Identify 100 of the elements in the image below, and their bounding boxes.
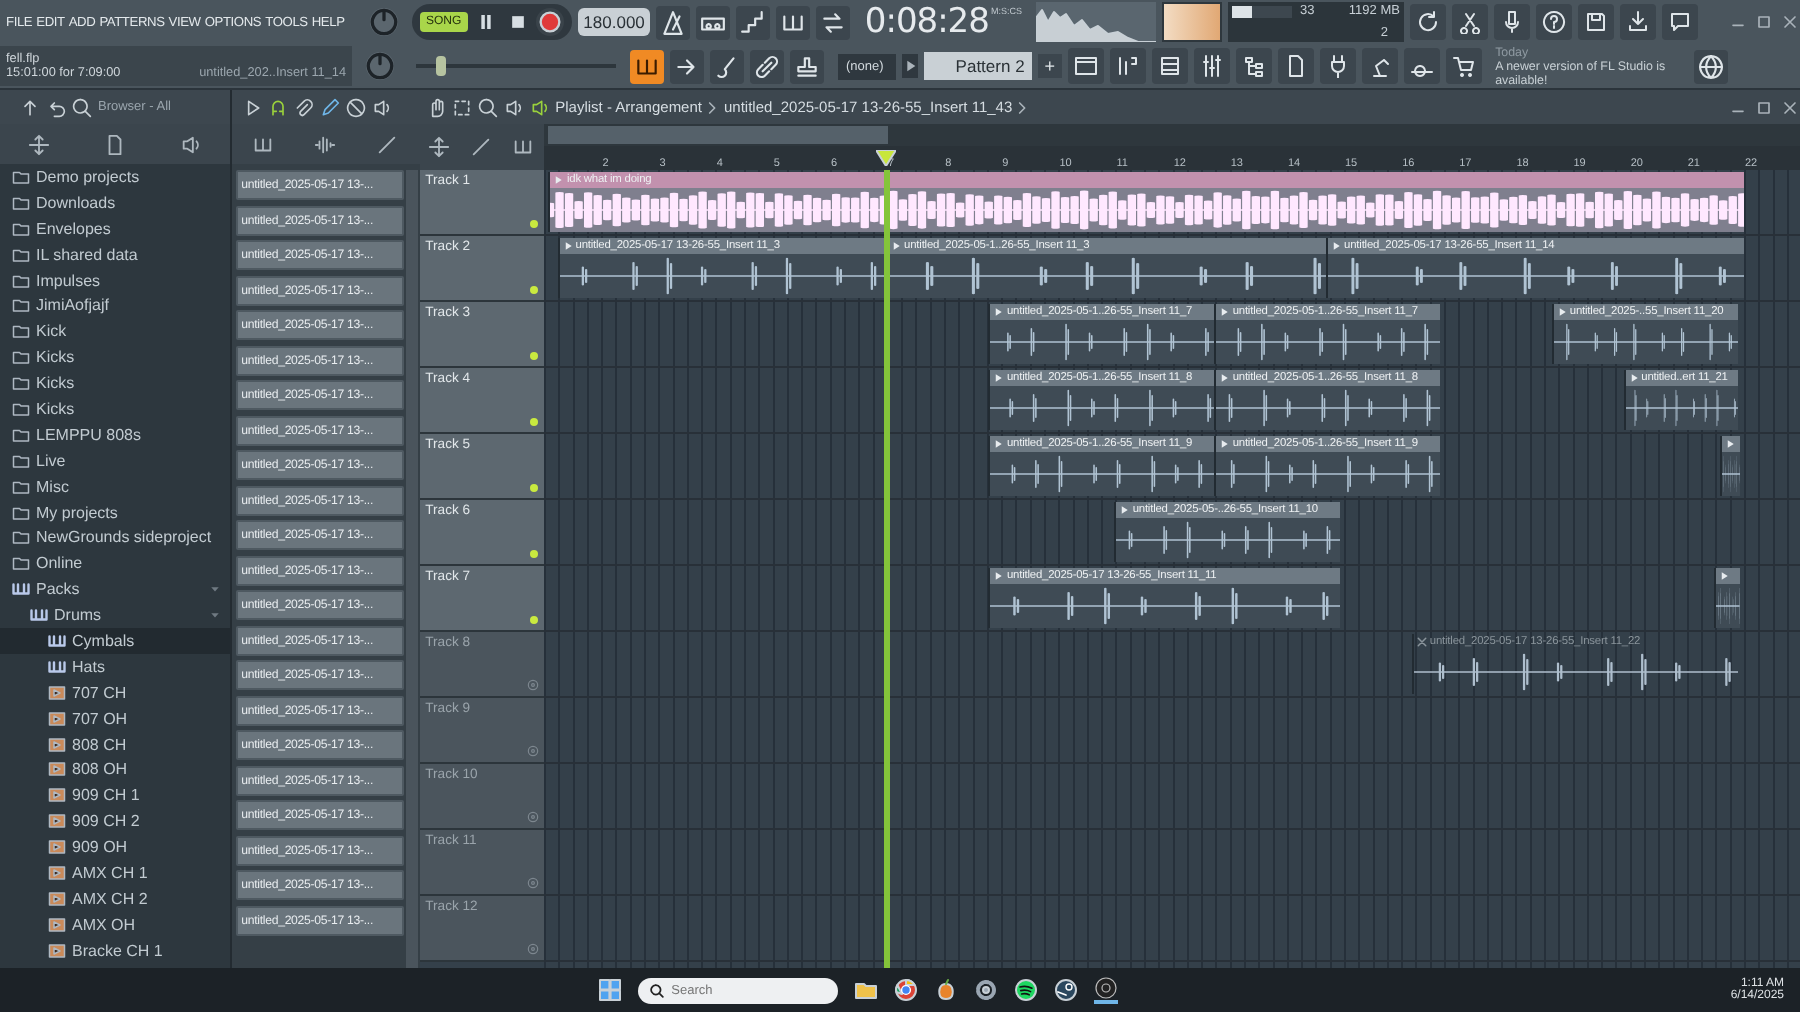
pattern-selector[interactable]: Pattern 2 (923, 52, 1033, 80)
clip-menu-icon[interactable] (992, 306, 1005, 318)
browser-item[interactable]: Kicks (0, 344, 230, 371)
browser-item[interactable]: AMX CH 1 (0, 860, 230, 886)
scrollbar[interactable] (405, 170, 418, 968)
browser-item[interactable]: Impulses (0, 267, 230, 293)
tape-icon[interactable] (696, 5, 731, 39)
track-enabled-dot[interactable] (529, 220, 538, 228)
browser-item[interactable]: Drums (0, 602, 230, 629)
browser-item[interactable]: NewGrounds sideproject (0, 524, 230, 551)
page-icon[interactable] (1277, 48, 1314, 84)
browser-item[interactable]: 808 CH (0, 731, 230, 757)
browser-item[interactable]: Hats (0, 653, 230, 680)
clip-menu-icon[interactable] (1330, 240, 1343, 252)
clip-menu-icon[interactable] (552, 174, 565, 186)
refresh-icon[interactable] (1409, 4, 1446, 40)
plug-icon[interactable] (1319, 48, 1356, 84)
gear-icon[interactable] (973, 978, 998, 1002)
clip-header[interactable] (1722, 436, 1741, 452)
maximize-icon[interactable] (1754, 12, 1774, 32)
brush-icon[interactable] (710, 49, 744, 83)
track-enabled-dot[interactable] (529, 418, 538, 426)
browser-item[interactable]: 707 CH (0, 679, 230, 706)
metronome-icon[interactable] (656, 5, 691, 39)
clip-menu-icon[interactable] (1218, 372, 1231, 384)
clip-menu-icon[interactable] (992, 570, 1005, 582)
audio-clip[interactable] (1714, 568, 1741, 628)
comb-icon[interactable] (511, 136, 534, 158)
circle-icon[interactable] (893, 978, 918, 1002)
maximize-icon[interactable] (1754, 97, 1774, 117)
audio-clip[interactable] (1720, 436, 1741, 496)
play-icon[interactable] (901, 54, 918, 78)
clip-menu-icon[interactable] (1627, 372, 1640, 384)
search-icon[interactable] (477, 97, 498, 117)
speaker-icon[interactable] (529, 97, 550, 117)
track-enabled-dot[interactable] (529, 352, 538, 360)
speaker-icon[interactable] (503, 97, 524, 117)
add-pattern-button[interactable]: + (1038, 54, 1062, 78)
clip-menu-icon[interactable] (890, 240, 903, 252)
browser-item[interactable]: Downloads (0, 189, 230, 216)
microphone-icon[interactable] (1493, 4, 1530, 40)
stamp-icon[interactable] (790, 49, 824, 83)
caret-icon[interactable] (209, 584, 220, 595)
speaker-icon[interactable] (371, 97, 392, 117)
clip-menu-icon[interactable] (1724, 438, 1737, 450)
clip-menu-icon[interactable] (992, 438, 1005, 450)
pencil-icon[interactable] (319, 97, 340, 117)
browser-item[interactable]: 707 OH (0, 705, 230, 732)
aperture-icon[interactable] (1093, 976, 1118, 1004)
browser-item[interactable]: LEMPPU 808s (0, 421, 230, 448)
crosshair-icon[interactable] (428, 136, 451, 158)
browser-item[interactable]: Bracke CH 1 (0, 937, 230, 964)
browser-item[interactable]: Online (0, 550, 230, 577)
folder-icon[interactable] (853, 978, 878, 1002)
close-icon[interactable] (1780, 12, 1800, 32)
speaker-icon[interactable] (180, 133, 202, 155)
tree-icon[interactable] (1235, 48, 1272, 84)
overview-scrollbar[interactable] (543, 124, 1800, 146)
browser-item[interactable]: 808 OH (0, 756, 230, 783)
globe-icon[interactable] (1693, 49, 1728, 83)
browser-item[interactable]: Kick (0, 318, 230, 345)
browser-item[interactable]: Demo projects (0, 164, 230, 190)
paperclip-icon[interactable] (293, 97, 314, 117)
cross-icon[interactable] (1415, 636, 1428, 648)
knob-icon[interactable] (366, 52, 394, 80)
sliders-icon[interactable] (1193, 48, 1230, 84)
scissors-icon[interactable] (1451, 4, 1488, 40)
steps-icon[interactable] (736, 5, 771, 39)
music-app-icon[interactable] (1013, 978, 1038, 1002)
clip-menu-icon[interactable] (1218, 306, 1231, 318)
speech-bubble-icon[interactable] (1661, 4, 1698, 40)
browser-item[interactable]: 909 CH 2 (0, 808, 230, 835)
browser-item[interactable]: My projects (0, 499, 230, 525)
ban-icon[interactable] (345, 97, 366, 117)
track-enabled-dot[interactable] (529, 484, 538, 492)
piston-icon[interactable] (1053, 978, 1078, 1002)
caret-icon[interactable] (209, 610, 220, 621)
track-enabled-dot[interactable] (529, 550, 538, 558)
record-icon[interactable] (535, 8, 564, 36)
comb-icon[interactable] (630, 49, 664, 83)
fruit-icon[interactable] (933, 978, 958, 1002)
clip-menu-icon[interactable] (992, 372, 1005, 384)
clip-menu-icon[interactable] (561, 240, 574, 252)
list-icon[interactable] (1151, 48, 1188, 84)
browser-item[interactable]: JimiAofjajf (0, 292, 230, 319)
browser-item[interactable]: 909 OH (0, 834, 230, 861)
browser-item[interactable]: Envelopes (0, 215, 230, 242)
clip-menu-icon[interactable] (1218, 438, 1231, 450)
browser-item[interactable]: AMX CH 2 (0, 885, 230, 912)
download-icon[interactable] (1619, 4, 1656, 40)
clip-menu-icon[interactable] (1718, 570, 1731, 582)
browser-item[interactable]: Packs (0, 576, 230, 603)
diagonal-icon[interactable] (376, 133, 399, 155)
waveform-icon[interactable] (314, 133, 337, 155)
window-icon[interactable] (1067, 48, 1104, 84)
browser-item[interactable]: Kicks (0, 396, 230, 422)
track-enabled-dot[interactable] (529, 286, 538, 294)
undo-icon[interactable] (46, 97, 66, 117)
comb-icon[interactable] (251, 133, 274, 155)
browser-item[interactable]: Live (0, 447, 230, 474)
